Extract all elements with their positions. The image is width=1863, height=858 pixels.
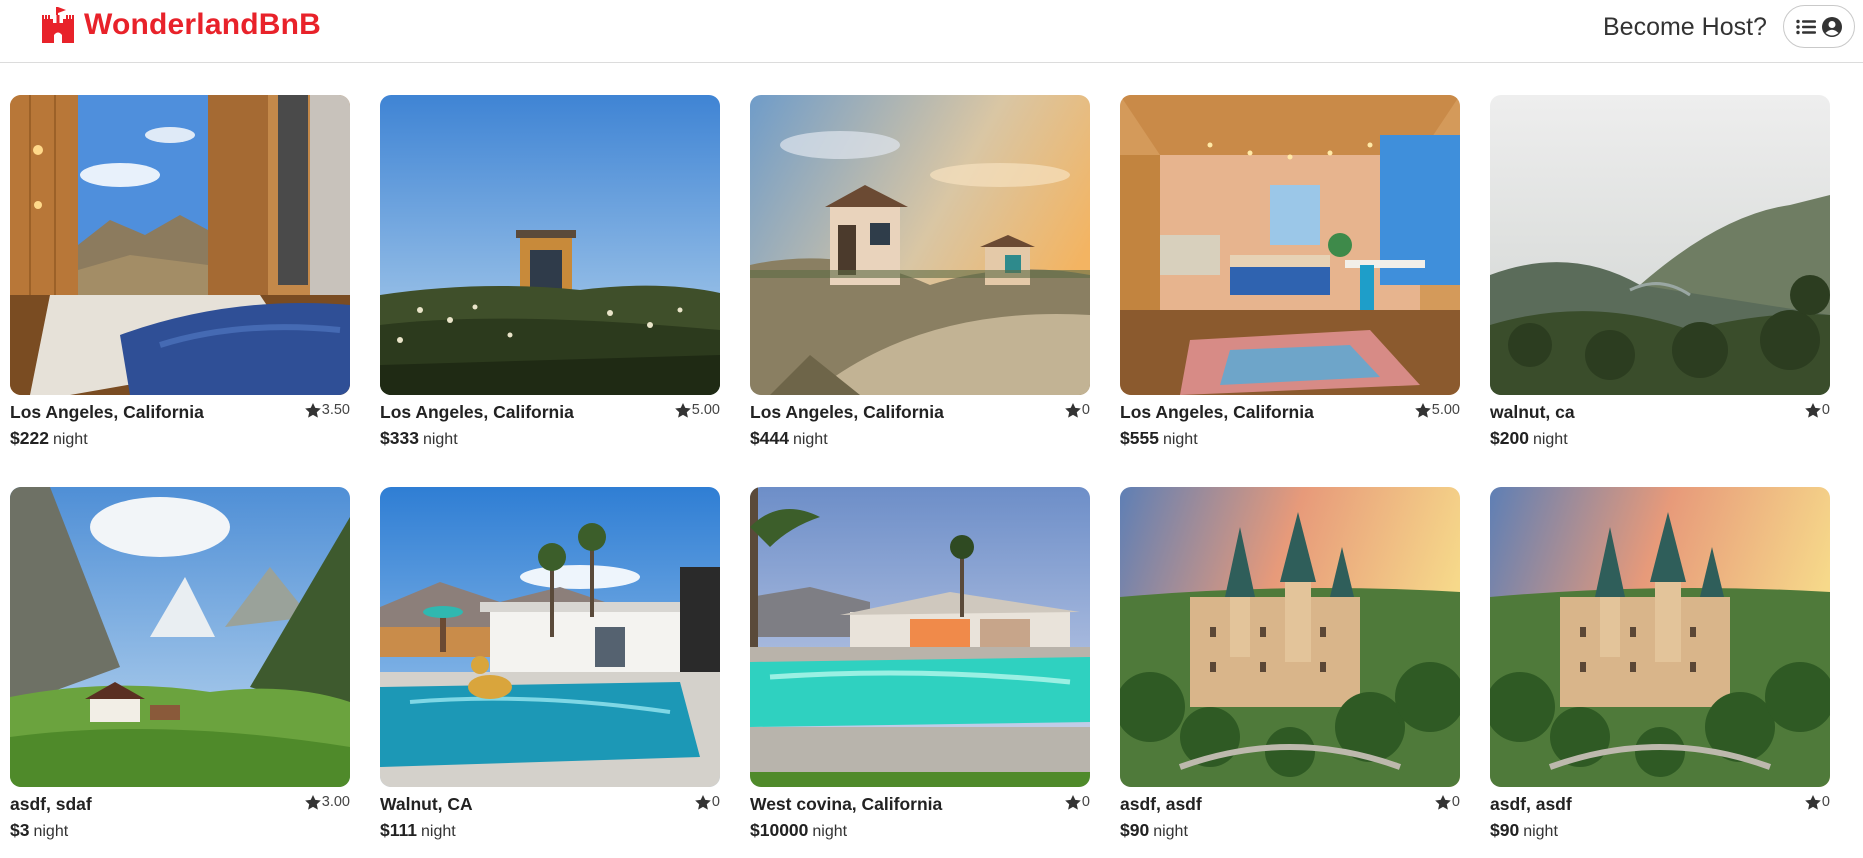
profile-menu-button[interactable]	[1783, 5, 1855, 48]
price-unit: night	[422, 431, 458, 448]
listing-card[interactable]: Los Angeles, California 5.00 $333 night	[380, 95, 720, 455]
listing-photo[interactable]	[10, 487, 350, 787]
listing-rating: 5.00	[1414, 402, 1460, 418]
star-icon	[304, 794, 321, 810]
listing-price: $3	[10, 820, 30, 840]
listing-rating: 0	[1805, 794, 1830, 810]
brand-name: WonderlandBnB	[84, 8, 322, 41]
menu-list-icon	[1796, 19, 1816, 34]
listing-photo[interactable]	[750, 487, 1090, 787]
price-unit: night	[52, 431, 88, 448]
listing-rating: 0	[1435, 794, 1460, 810]
listing-price: $90	[1490, 820, 1520, 840]
price-unit: night	[1162, 431, 1198, 448]
listing-price-row: $222 night	[10, 428, 88, 449]
rating-value: 0	[1451, 794, 1460, 810]
listing-card[interactable]: asdf, asdf 0 $90 night	[1120, 487, 1460, 847]
listing-location: Los Angeles, California	[750, 402, 944, 422]
listing-price-row: $555 night	[1120, 428, 1198, 449]
rating-value: 3.00	[321, 794, 350, 810]
listing-rating: 3.00	[304, 794, 350, 810]
star-icon	[1805, 794, 1821, 810]
listing-price: $200	[1490, 428, 1529, 448]
listing-location: Walnut, CA	[380, 794, 473, 814]
listing-card[interactable]: asdf, asdf 0 $90 night	[1490, 487, 1830, 847]
rating-value: 0	[1821, 794, 1830, 810]
listing-price-row: $444 night	[750, 428, 828, 449]
price-unit: night	[1532, 431, 1568, 448]
castle-logo-icon	[42, 7, 74, 43]
listing-rating: 3.50	[304, 402, 350, 418]
star-icon	[304, 402, 321, 418]
listing-price-row: $200 night	[1490, 428, 1568, 449]
listing-card[interactable]: Los Angeles, California 3.50 $222 night	[10, 95, 350, 455]
listing-location: Los Angeles, California	[1120, 402, 1314, 422]
price-unit: night	[1153, 823, 1188, 840]
listing-rating: 5.00	[674, 402, 720, 418]
listing-rating: 0	[695, 794, 720, 810]
listing-price: $333	[380, 428, 419, 448]
become-host-link[interactable]: Become Host?	[1603, 10, 1767, 44]
rating-value: 5.00	[1431, 402, 1460, 418]
star-icon	[1065, 794, 1081, 810]
rating-value: 3.50	[321, 402, 350, 418]
listing-location: asdf, sdaf	[10, 794, 92, 814]
listing-photo[interactable]	[1490, 487, 1830, 787]
price-unit: night	[812, 823, 848, 840]
listing-price-row: $90 night	[1120, 820, 1188, 841]
listing-rating: 0	[1065, 794, 1090, 810]
listing-location: West covina, California	[750, 794, 943, 814]
listing-location: walnut, ca	[1490, 402, 1575, 422]
listing-rating: 0	[1805, 402, 1830, 418]
listing-price: $222	[10, 428, 49, 448]
listing-price: $90	[1120, 820, 1150, 840]
listing-card[interactable]: Los Angeles, California 0 $444 night	[750, 95, 1090, 455]
listing-price-row: $10000 night	[750, 820, 847, 841]
star-icon	[674, 402, 691, 418]
listing-price: $10000	[750, 820, 809, 840]
listing-photo[interactable]	[380, 95, 720, 395]
rating-value: 5.00	[691, 402, 720, 418]
price-unit: night	[792, 431, 828, 448]
listing-photo[interactable]	[1120, 95, 1460, 395]
brand-logo[interactable]: WonderlandBnB	[40, 5, 321, 45]
listing-rating: 0	[1065, 402, 1090, 418]
star-icon	[1065, 402, 1081, 418]
user-circle-icon	[1822, 16, 1842, 37]
star-icon	[1805, 402, 1821, 418]
rating-value: 0	[1081, 402, 1090, 418]
listing-photo[interactable]	[380, 487, 720, 787]
listing-location: asdf, asdf	[1490, 794, 1572, 814]
listing-price: $111	[380, 820, 417, 840]
rating-value: 0	[1821, 402, 1830, 418]
listing-price-row: $111 night	[380, 820, 456, 841]
listing-card[interactable]: walnut, ca 0 $200 night	[1490, 95, 1830, 455]
listing-card[interactable]: asdf, sdaf 3.00 $3 night	[10, 487, 350, 847]
listing-photo[interactable]	[750, 95, 1090, 395]
rating-value: 0	[711, 794, 720, 810]
listing-price: $444	[750, 428, 789, 448]
listing-location: Los Angeles, California	[10, 402, 204, 422]
star-icon	[1435, 794, 1451, 810]
listing-location: asdf, asdf	[1120, 794, 1202, 814]
listing-photo[interactable]	[10, 95, 350, 395]
price-unit: night	[421, 823, 456, 840]
listing-location: Los Angeles, California	[380, 402, 574, 422]
listing-card[interactable]: Los Angeles, California 5.00 $555 night	[1120, 95, 1460, 455]
listing-photo[interactable]	[1120, 487, 1460, 787]
listing-price-row: $3 night	[10, 820, 68, 841]
listing-photo[interactable]	[1490, 95, 1830, 395]
listing-price-row: $333 night	[380, 428, 458, 449]
listing-card[interactable]: Walnut, CA 0 $111 night	[380, 487, 720, 847]
price-unit: night	[1523, 823, 1558, 840]
star-icon	[1414, 402, 1431, 418]
star-icon	[695, 794, 711, 810]
listing-price: $555	[1120, 428, 1159, 448]
listing-price-row: $90 night	[1490, 820, 1558, 841]
top-navbar: WonderlandBnB Become Host?	[0, 0, 1863, 63]
rating-value: 0	[1081, 794, 1090, 810]
price-unit: night	[33, 823, 69, 840]
listing-card[interactable]: West covina, California 0 $10000 night	[750, 487, 1090, 847]
